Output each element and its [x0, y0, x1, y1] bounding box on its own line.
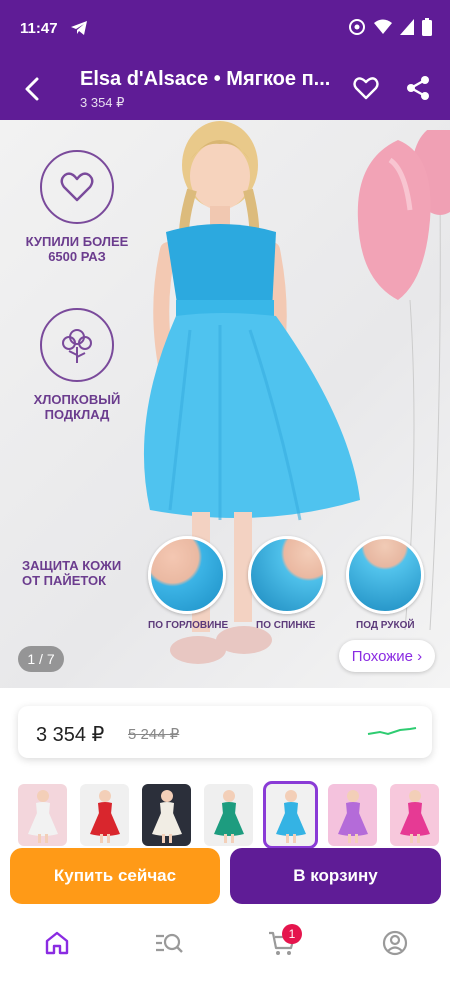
variant-thumbnail[interactable] [142, 784, 191, 846]
system-home-bar [0, 974, 450, 1000]
buy-now-button[interactable]: Купить сейчас [10, 848, 220, 904]
wifi-icon [374, 19, 392, 40]
back-arrow-icon[interactable] [18, 74, 48, 104]
skin-protection-caption: ЗАЩИТА КОЖИ ОТ ПАЙЕТОК [22, 558, 122, 588]
current-price: 3 354 ₽ [36, 724, 105, 746]
status-time: 11:47 [20, 20, 58, 37]
organic-cotton-badge: ХЛОПКОВЫЙ ПОДКЛАД [22, 308, 132, 422]
variant-thumbnail[interactable] [80, 784, 129, 846]
price-trend-chart [367, 727, 417, 736]
detail-neckline-image [148, 536, 226, 614]
variant-dress-image [151, 790, 182, 843]
cart-count-badge: 1 [282, 924, 302, 944]
bestseller-caption: КУПИЛИ БОЛЕЕ 6500 РАЗ [25, 234, 129, 264]
variant-thumbnail[interactable] [328, 784, 377, 846]
home-icon[interactable] [44, 930, 70, 961]
sync-icon [348, 18, 366, 41]
cotton-flower-icon [40, 308, 114, 382]
heart-icon[interactable] [352, 74, 380, 107]
product-header: Elsa d'Alsace • Мягкое п... 3 354 ₽ [0, 58, 450, 120]
detail-label-neckline: ПО ГОРЛОВИНЕ [148, 620, 229, 631]
variant-thumbnails [18, 781, 450, 854]
profile-icon[interactable] [382, 930, 408, 961]
variant-dress-image [275, 790, 306, 843]
image-counter: 1 / 7 [18, 646, 64, 672]
cotton-caption: ХЛОПКОВЫЙ ПОДКЛАД [33, 392, 121, 422]
battery-icon [422, 18, 432, 41]
signal-icon [400, 19, 414, 40]
share-icon[interactable] [404, 74, 432, 107]
variant-dress-image [27, 790, 58, 843]
add-to-cart-button[interactable]: В корзину [230, 848, 441, 904]
variant-dress-image [213, 790, 244, 843]
variant-thumbnail[interactable] [390, 784, 439, 846]
product-image-gallery[interactable]: КУПИЛИ БОЛЕЕ 6500 РАЗ ХЛОПКОВЫЙ ПОДКЛАД … [0, 120, 450, 688]
similar-button[interactable]: Похожие › [339, 640, 435, 672]
old-price: 5 244 ₽ [128, 726, 180, 743]
variant-thumbnail[interactable] [18, 784, 67, 846]
price-card[interactable]: 3 354 ₽ 5 244 ₽ [18, 706, 432, 758]
status-bar: 11:47 [0, 0, 450, 58]
product-title: Elsa d'Alsace • Мягкое п... [80, 68, 331, 90]
system-icons [348, 18, 432, 41]
header-price: 3 354 ₽ [80, 95, 125, 110]
variant-thumbnail[interactable] [263, 781, 318, 849]
telegram-icon [70, 20, 88, 41]
catalog-search-icon[interactable] [154, 930, 184, 961]
bottom-navigation: 1 [0, 912, 450, 974]
detail-label-underarm: ПОД РУКОЙ [356, 620, 415, 631]
variant-dress-image [399, 790, 430, 843]
bestseller-badge: КУПИЛИ БОЛЕЕ 6500 РАЗ [22, 150, 132, 264]
detail-underarm-image [346, 536, 424, 614]
detail-label-back: ПО СПИНКЕ [256, 620, 316, 631]
variant-dress-image [337, 790, 368, 843]
detail-back-image [248, 536, 326, 614]
variant-thumbnail[interactable] [204, 784, 253, 846]
product-screen: 11:47 Elsa d'Alsace • Мягкое п... 3 354 … [0, 0, 450, 1000]
bestseller-heart-icon [40, 150, 114, 224]
variant-dress-image [89, 790, 120, 843]
